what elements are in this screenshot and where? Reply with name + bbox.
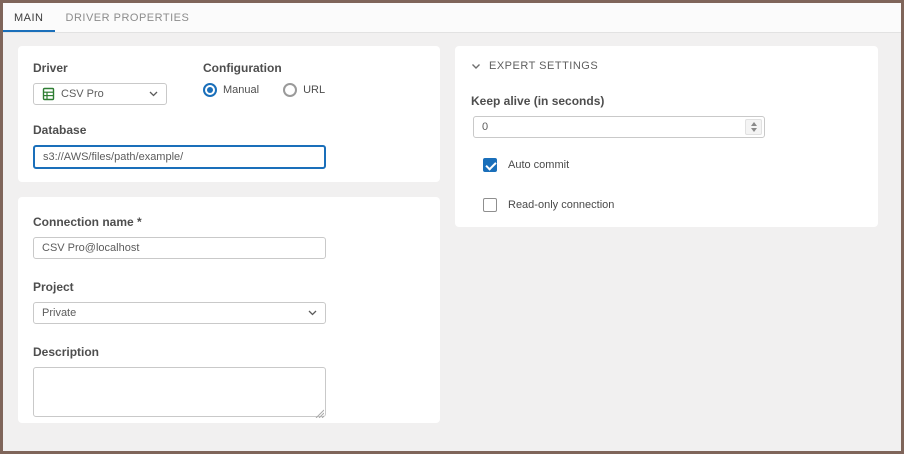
readonly-connection-option[interactable]: Read-only connection	[483, 198, 862, 212]
radio-manual[interactable]: Manual	[203, 83, 259, 97]
auto-commit-label: Auto commit	[508, 159, 569, 171]
driver-select-value: CSV Pro	[61, 88, 144, 100]
auto-commit-option[interactable]: Auto commit	[483, 158, 862, 172]
stepper-up-icon[interactable]	[751, 122, 757, 126]
readonly-connection-checkbox[interactable]	[483, 198, 497, 212]
driver-select[interactable]: CSV Pro	[33, 83, 167, 105]
project-select[interactable]: Private	[33, 302, 326, 324]
radio-url-label: URL	[303, 84, 325, 96]
auto-commit-checkbox[interactable]	[483, 158, 497, 172]
configuration-label: Configuration	[203, 61, 325, 75]
configuration-radio-group: Manual URL	[203, 83, 325, 97]
description-textarea[interactable]	[33, 367, 326, 417]
expert-settings-title: EXPERT SETTINGS	[489, 60, 598, 72]
resize-grip-icon[interactable]	[314, 405, 324, 415]
expert-settings-toggle[interactable]: EXPERT SETTINGS	[471, 60, 862, 72]
number-stepper[interactable]	[745, 119, 762, 135]
keep-alive-input[interactable]	[473, 116, 765, 138]
connection-name-label: Connection name *	[33, 215, 425, 229]
project-select-value: Private	[42, 307, 303, 319]
tab-driver-properties[interactable]: DRIVER PROPERTIES	[55, 3, 201, 32]
description-label: Description	[33, 345, 425, 359]
keep-alive-label: Keep alive (in seconds)	[471, 94, 862, 108]
database-input[interactable]	[33, 145, 326, 169]
collapse-chevron-icon	[471, 63, 481, 70]
readonly-connection-label: Read-only connection	[508, 199, 614, 211]
tab-bar: MAIN DRIVER PROPERTIES	[3, 3, 901, 33]
tab-main-label: MAIN	[14, 12, 44, 24]
radio-manual-label: Manual	[223, 84, 259, 96]
tab-driver-properties-label: DRIVER PROPERTIES	[66, 12, 190, 24]
radio-manual-circle[interactable]	[203, 83, 217, 97]
radio-url-circle[interactable]	[283, 83, 297, 97]
connection-name-input[interactable]	[33, 237, 326, 259]
csv-file-icon	[42, 87, 55, 101]
radio-url[interactable]: URL	[283, 83, 325, 97]
connection-card: Connection name * Project Private Descri…	[18, 197, 440, 423]
database-label: Database	[33, 123, 425, 137]
tab-main[interactable]: MAIN	[3, 3, 55, 32]
driver-card: Driver CSV Pro Configuration	[18, 46, 440, 182]
chevron-down-icon	[149, 88, 158, 100]
stepper-down-icon[interactable]	[751, 128, 757, 132]
project-label: Project	[33, 280, 425, 294]
driver-label: Driver	[33, 61, 203, 75]
expert-settings-card: EXPERT SETTINGS Keep alive (in seconds) …	[455, 46, 878, 227]
chevron-down-icon	[308, 307, 317, 319]
